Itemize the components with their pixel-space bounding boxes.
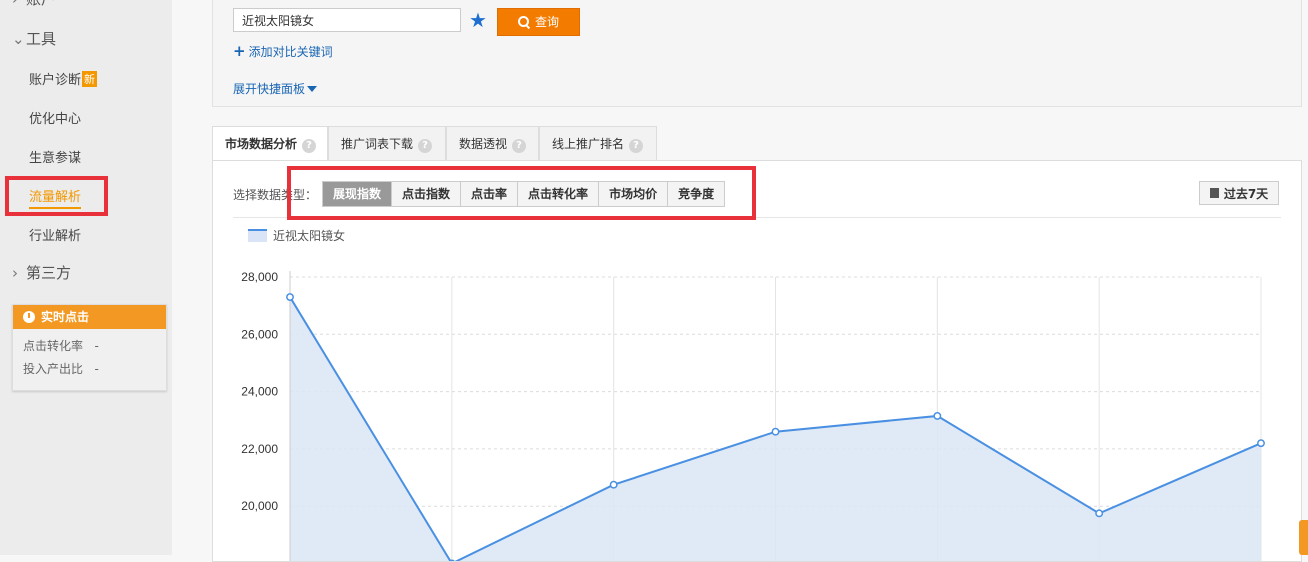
sidebar: ›账户 ⌄工具 账户诊断新 优化中心 生意参谋 流量解析 行业解析 ›第三方 实…	[0, 0, 172, 555]
realtime-row-conversion: 点击转化率 -	[23, 339, 99, 353]
main-area: 近视太阳镜女 ★ 查询 + 添加对比关键词 展开快捷面板 市场数据分析? 推广词表…	[172, 0, 1308, 562]
new-badge: 新	[82, 71, 98, 87]
data-point	[933, 412, 942, 420]
market-data-panel: 选择数据类型： 展现指数 点击指数 点击率 点击转化率 市场均价 竞争度 过去7…	[212, 160, 1302, 562]
help-icon[interactable]: ?	[302, 139, 317, 153]
star-icon[interactable]: ★	[469, 9, 487, 31]
tab-keyword-download[interactable]: 推广词表下载?	[328, 126, 446, 160]
realtime-click-card: 实时点击 点击转化率 - 投入产出比 -	[12, 304, 167, 391]
highlight-box-sidebar	[5, 176, 108, 216]
y-tick-label: 20,000	[241, 499, 278, 513]
tab-online-ranking[interactable]: 线上推广排名?	[539, 126, 657, 160]
help-icon[interactable]: ?	[418, 139, 433, 153]
keyword-search-input[interactable]: 近视太阳镜女	[233, 8, 461, 32]
tab-data-pivot[interactable]: 数据透视?	[446, 126, 539, 160]
y-tick-label: 28,000	[241, 270, 278, 284]
data-point	[771, 427, 780, 436]
help-icon[interactable]: ?	[512, 139, 527, 153]
feedback-side-tab[interactable]	[1299, 520, 1308, 555]
expand-panel-link[interactable]: 展开快捷面板	[233, 80, 318, 97]
data-point	[448, 559, 455, 561]
tab-market-analysis[interactable]: 市场数据分析?	[212, 126, 328, 162]
add-compare-keyword-link[interactable]: + 添加对比关键词	[233, 42, 333, 60]
chevron-right-icon: ›	[12, 0, 26, 8]
y-tick-label: 26,000	[241, 327, 278, 341]
help-icon[interactable]: ?	[629, 139, 644, 153]
realtime-card-header[interactable]: 实时点击	[13, 305, 166, 329]
realtime-row-roi: 投入产出比 -	[23, 362, 99, 376]
data-point	[1257, 439, 1265, 448]
search-icon	[517, 16, 529, 27]
sidebar-item-business-advisor[interactable]: 生意参谋	[29, 147, 81, 166]
chevron-down-icon: ⌄	[12, 30, 25, 48]
sidebar-group-account[interactable]: ›账户	[12, 0, 56, 9]
chevron-right-icon: ›	[12, 264, 18, 282]
sidebar-group-third-party[interactable]: › 第三方	[12, 262, 71, 283]
sidebar-group-tools[interactable]: ⌄工具	[12, 28, 56, 49]
y-tick-label: 22,000	[241, 442, 278, 456]
query-button[interactable]: 查询	[497, 8, 580, 36]
data-point	[609, 480, 618, 489]
search-panel: 近视太阳镜女 ★ 查询 + 添加对比关键词 展开快捷面板	[212, 0, 1302, 107]
clock-icon	[23, 311, 35, 323]
plus-icon: +	[233, 42, 246, 60]
sidebar-item-account-diagnosis[interactable]: 账户诊断新	[29, 69, 98, 88]
highlight-box-data-type	[287, 166, 756, 220]
y-tick-label: 24,000	[241, 385, 278, 399]
data-point	[1095, 509, 1104, 518]
sidebar-item-optimization[interactable]: 优化中心	[29, 108, 81, 127]
caret-down-icon	[307, 86, 318, 92]
impression-chart: 28,000 26,000 24,000 22,000 20,000	[241, 270, 1265, 561]
sidebar-item-industry-analysis[interactable]: 行业解析	[29, 225, 81, 244]
data-point	[286, 293, 294, 302]
